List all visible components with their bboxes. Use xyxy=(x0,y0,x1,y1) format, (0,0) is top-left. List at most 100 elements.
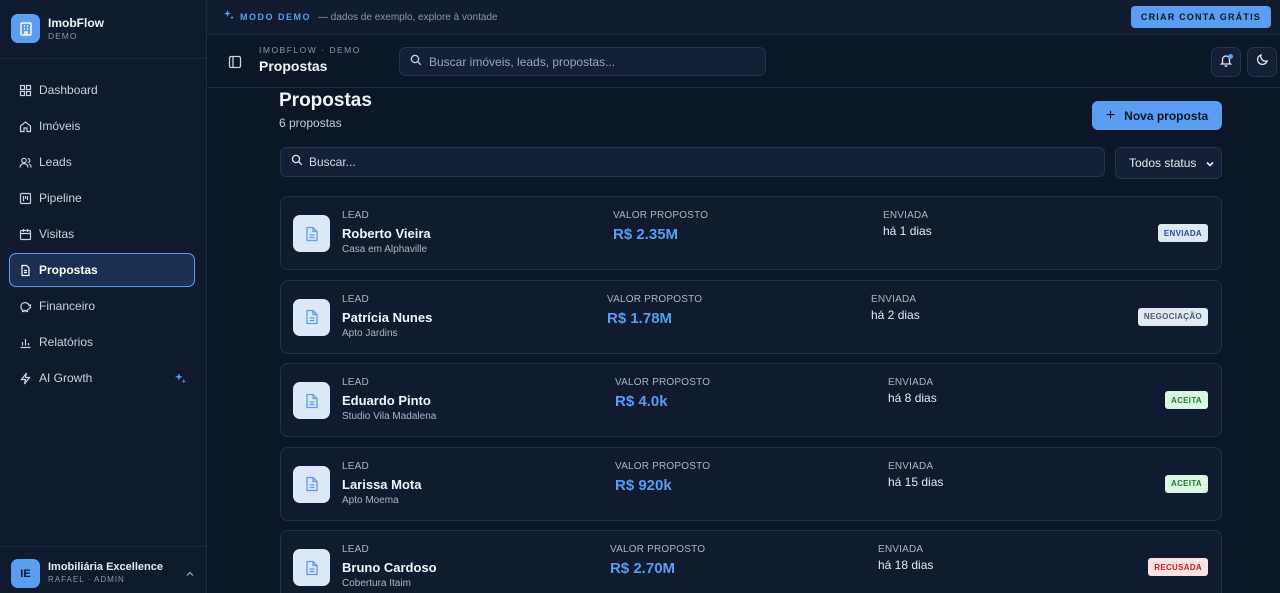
sidebar-item-label: AI Growth xyxy=(39,371,93,385)
lead-name: Roberto Vieira xyxy=(342,226,431,241)
document-icon xyxy=(293,215,330,252)
lead-property: Casa em Alphaville xyxy=(342,244,428,255)
sparkle-icon xyxy=(174,372,187,388)
lead-property: Apto Jardins xyxy=(342,327,398,339)
proposal-card[interactable]: LEAD Bruno Cardoso Cobertura Itaim VALOR PR… xyxy=(280,530,1222,593)
sidebar-item-label: Propostas xyxy=(39,263,98,277)
proposal-card[interactable]: LEAD Larissa Mota Apto Moema VALOR PROPOSTO… xyxy=(280,446,1222,521)
sent-time: há 8 dias xyxy=(888,391,937,405)
global-search[interactable] xyxy=(399,47,766,76)
demo-tag: MODO DEMO xyxy=(240,12,311,22)
sidebar-item-propostas[interactable]: Propostas xyxy=(9,253,195,287)
sidebar-item-visitas[interactable]: Visitas xyxy=(9,217,195,251)
document-icon xyxy=(293,382,330,419)
sent-time: há 2 dias xyxy=(871,307,920,322)
value-label: VALOR PROPOSTO xyxy=(615,377,711,388)
sidebar-nav: Dashboard Imóveis Leads Pipeline Visitas Prop… xyxy=(9,73,195,397)
brand[interactable]: ImobFlow DEMO xyxy=(11,14,104,43)
calendar-icon xyxy=(18,227,32,241)
sidebar-item-label: Pipeline xyxy=(39,191,82,205)
document-icon xyxy=(293,549,330,586)
proposal-count: 6 propostas xyxy=(279,116,342,130)
document-icon xyxy=(293,465,330,503)
building-icon xyxy=(11,14,40,43)
sidebar-item-leads[interactable]: Leads xyxy=(9,145,195,179)
proposal-value: R$ 2.35M xyxy=(613,226,679,243)
lead-property: Apto Moema xyxy=(342,494,399,506)
new-proposal-button[interactable]: + Nova proposta xyxy=(1092,101,1222,130)
demo-banner: MODO DEMO — dados de exemplo, explore à … xyxy=(207,0,1280,35)
lead-name: Patrícia Nunes xyxy=(342,309,433,325)
top-header: IMOBFLOW · DEMO Propostas xyxy=(207,35,1280,88)
status-filter-select[interactable]: Todos status xyxy=(1115,147,1222,179)
value-label: VALOR PROPOSTO xyxy=(607,293,703,305)
lead-label: LEAD xyxy=(342,460,369,472)
divider xyxy=(0,546,206,547)
main-content: Propostas 6 propostas + Nova proposta To… xyxy=(207,88,1280,593)
sidebar-item-label: Financeiro xyxy=(39,299,96,313)
sent-label: ENVIADA xyxy=(878,544,924,555)
lead-property: Cobertura Itaim xyxy=(342,578,411,589)
header-title: Propostas xyxy=(259,58,328,74)
search-icon xyxy=(291,153,303,171)
page-title: Propostas xyxy=(279,90,372,111)
kanban-icon xyxy=(18,191,32,205)
proposal-list: LEAD Roberto Vieira Casa em Alphaville VALO… xyxy=(280,196,1222,593)
sidebar-toggle-icon[interactable] xyxy=(228,55,242,69)
proposal-card[interactable]: LEAD Roberto Vieira Casa em Alphaville VALO… xyxy=(280,196,1222,270)
sent-time: há 15 dias xyxy=(888,474,944,489)
proposal-card[interactable]: LEAD Patrícia Nunes Apto Jardins VALOR PROP… xyxy=(280,279,1222,354)
breadcrumb: IMOBFLOW · DEMO Propostas xyxy=(259,45,361,76)
demo-description: — dados de exemplo, explore à vontade xyxy=(318,11,498,23)
bar-chart-icon xyxy=(18,335,32,349)
proposal-search-input[interactable] xyxy=(309,155,1104,169)
breadcrumb-path: IMOBFLOW · DEMO xyxy=(259,45,361,55)
sent-label: ENVIADA xyxy=(888,460,934,472)
app-root: ImobFlow DEMO Dashboard Imóveis Leads Pipel… xyxy=(0,0,1280,593)
global-search-input[interactable] xyxy=(429,54,765,69)
moon-icon xyxy=(1256,53,1269,71)
search-icon xyxy=(410,53,422,71)
sidebar: ImobFlow DEMO Dashboard Imóveis Leads Pipel… xyxy=(0,0,207,593)
users-icon xyxy=(18,155,32,169)
theme-toggle-button[interactable] xyxy=(1247,47,1277,77)
user-name: Imobiliária Excellence xyxy=(48,561,163,573)
plus-icon: + xyxy=(1105,106,1116,124)
proposal-value: R$ 2.70M xyxy=(610,560,676,577)
new-proposal-label: Nova proposta xyxy=(1124,108,1209,123)
chevron-down-icon xyxy=(1205,158,1215,172)
lead-name: Eduardo Pinto xyxy=(342,393,431,408)
sent-label: ENVIADA xyxy=(888,377,934,388)
notifications-button[interactable] xyxy=(1211,47,1241,77)
sidebar-item-dashboard[interactable]: Dashboard xyxy=(9,73,195,107)
status-badge: ACEITA xyxy=(1165,474,1208,493)
chevron-up-icon[interactable] xyxy=(183,567,197,581)
sidebar-item-relatorios[interactable]: Relatórios xyxy=(9,325,195,359)
lead-label: LEAD xyxy=(342,293,369,305)
proposal-card[interactable]: LEAD Eduardo Pinto Studio Vila Madalena VAL… xyxy=(280,363,1222,437)
brand-name: ImobFlow xyxy=(48,15,104,30)
file-icon xyxy=(18,263,32,277)
sent-time: há 18 dias xyxy=(878,558,934,572)
bolt-icon xyxy=(18,371,32,385)
user-role: RAFAEL · ADMIN xyxy=(48,575,125,584)
sidebar-item-imoveis[interactable]: Imóveis xyxy=(9,109,195,143)
sidebar-item-financeiro[interactable]: Financeiro xyxy=(9,289,195,323)
user-menu[interactable]: IE Imobiliária Excellence RAFAEL · ADMIN xyxy=(11,559,197,588)
value-label: VALOR PROPOSTO xyxy=(615,460,711,472)
sent-label: ENVIADA xyxy=(871,293,917,305)
home-icon xyxy=(18,119,32,133)
sent-time: há 1 dias xyxy=(883,224,932,238)
create-account-button[interactable]: CRIAR CONTA GRÁTIS xyxy=(1130,6,1271,28)
lead-label: LEAD xyxy=(342,544,369,555)
brand-sub: DEMO xyxy=(48,30,78,41)
lead-name: Larissa Mota xyxy=(342,476,422,492)
sidebar-item-ai-growth[interactable]: AI Growth xyxy=(9,361,195,395)
sparkle-icon xyxy=(223,8,235,26)
proposal-value: R$ 920k xyxy=(615,476,672,494)
divider xyxy=(0,58,206,59)
sidebar-item-pipeline[interactable]: Pipeline xyxy=(9,181,195,215)
lead-property: Studio Vila Madalena xyxy=(342,411,437,422)
lead-label: LEAD xyxy=(342,377,369,388)
proposal-search[interactable] xyxy=(280,147,1105,177)
